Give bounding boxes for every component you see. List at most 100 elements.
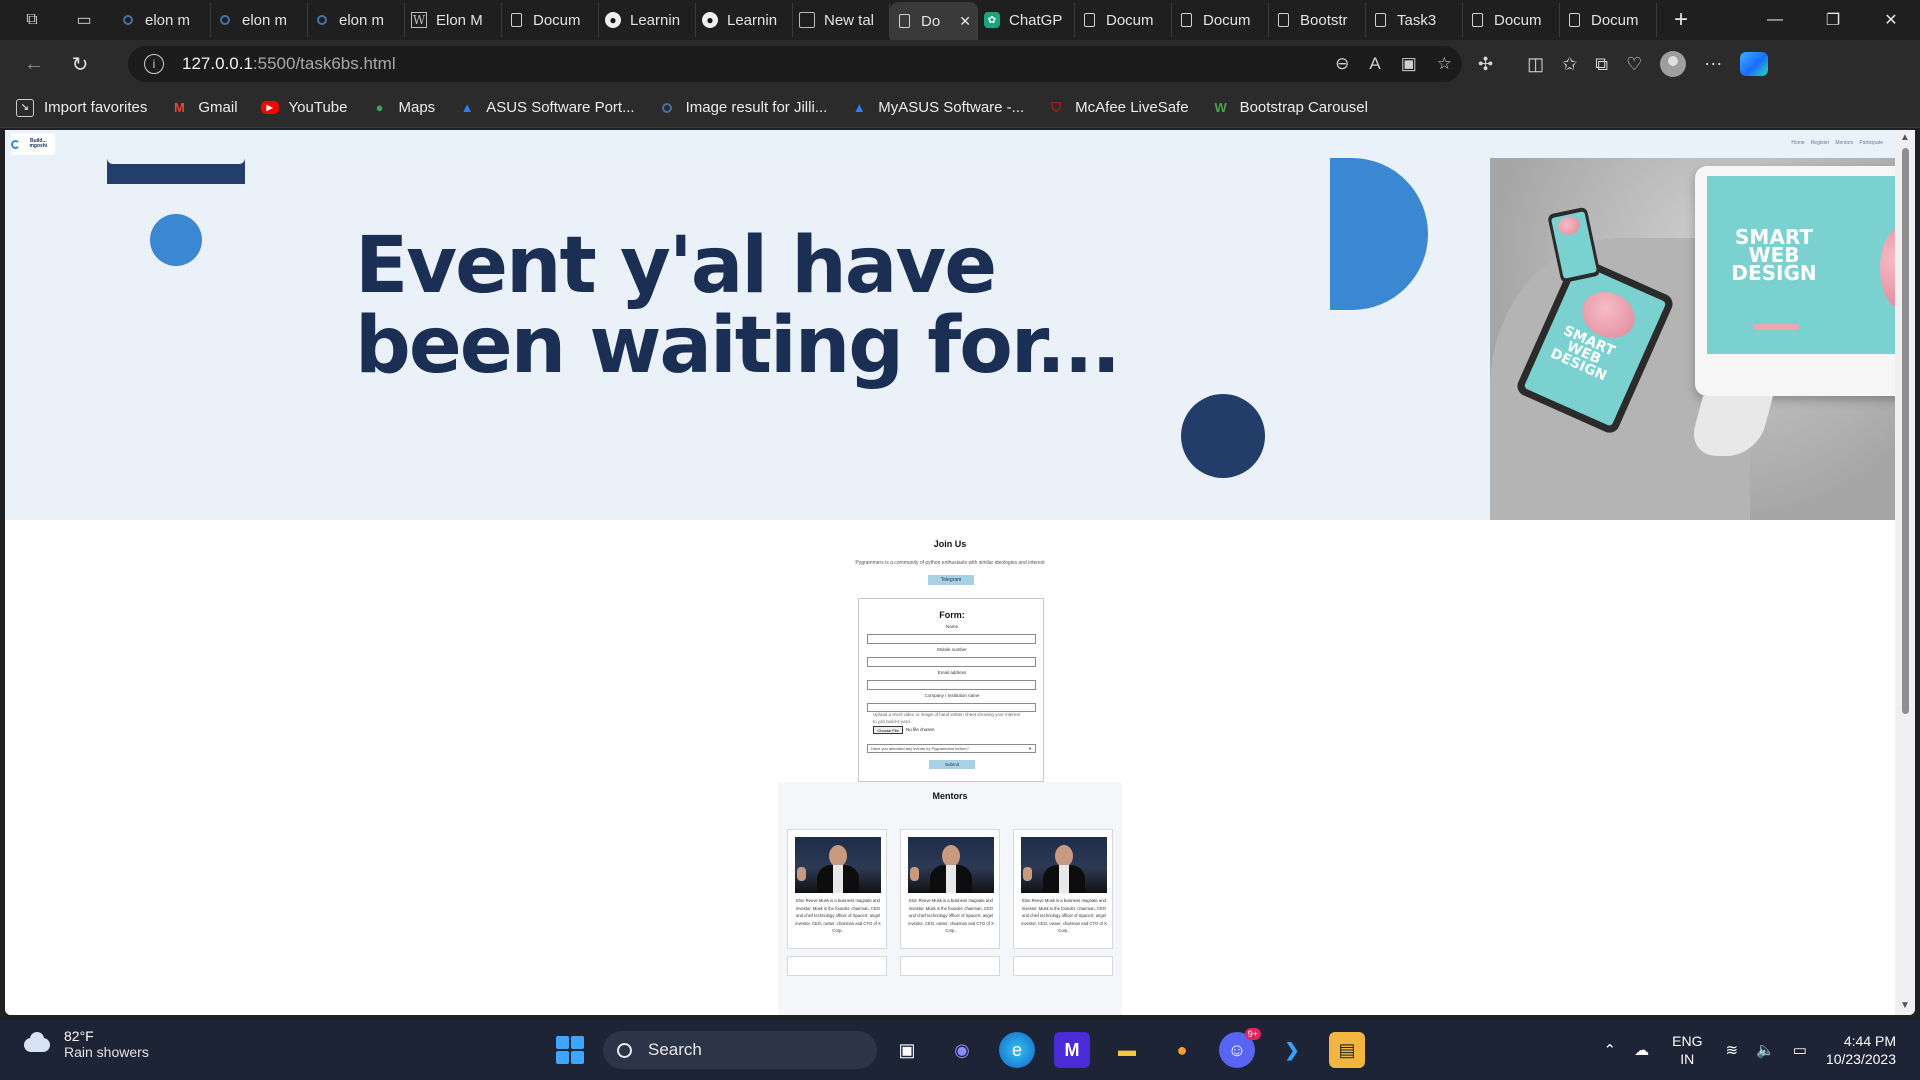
nav-link-participate[interactable]: Participate bbox=[1859, 140, 1883, 146]
tab[interactable]: Docum bbox=[1560, 3, 1657, 37]
fav-maps[interactable]: ● Maps bbox=[371, 99, 436, 117]
fav-import-favorites[interactable]: ↘ Import favorites bbox=[16, 98, 147, 117]
chevron-up-icon[interactable]: ⌃ bbox=[1604, 1041, 1617, 1059]
tab[interactable]: Docum bbox=[1075, 3, 1172, 37]
notes-app-icon[interactable]: ▤ bbox=[1329, 1032, 1365, 1068]
weather-widget[interactable]: 82°F Rain showers bbox=[20, 1028, 149, 1060]
scroll-up-icon[interactable]: ▲ bbox=[1900, 132, 1910, 143]
name-field[interactable] bbox=[867, 634, 1036, 644]
app-icon-m[interactable]: M bbox=[1054, 1032, 1090, 1068]
scroll-down-icon[interactable]: ▼ bbox=[1900, 1000, 1910, 1011]
profile-avatar[interactable] bbox=[1660, 51, 1687, 77]
vscode-icon[interactable]: ❯ bbox=[1274, 1032, 1310, 1068]
tab[interactable]: Task3 bbox=[1366, 3, 1463, 37]
discord-icon[interactable]: ☺ 9+ bbox=[1219, 1028, 1261, 1068]
url-path: :5500/task6bs.html bbox=[252, 54, 396, 73]
fav-asus-portal[interactable]: ▲ ASUS Software Port... bbox=[458, 99, 635, 117]
task-view-icon[interactable]: ▣ bbox=[889, 1032, 925, 1068]
mentor-photo-hand bbox=[797, 867, 806, 881]
tab-label: Learnin bbox=[630, 11, 681, 29]
omnibox-actions: ⊖ A ▣ ☆ bbox=[1335, 46, 1452, 82]
decorative-circle bbox=[150, 214, 202, 266]
extensions-icon[interactable]: ✣ bbox=[1478, 54, 1493, 75]
clock-time: 4:44 PM bbox=[1843, 1033, 1896, 1049]
more-menu-icon[interactable]: ⋯ bbox=[1704, 54, 1722, 75]
close-window-icon[interactable]: ✕ bbox=[1862, 0, 1920, 40]
nav-link-mentors[interactable]: Mentors bbox=[1835, 140, 1853, 146]
site-logo[interactable]: Build... mgoshi bbox=[11, 133, 55, 155]
tab[interactable]: W Elon M bbox=[405, 3, 502, 37]
document-icon bbox=[1081, 12, 1097, 28]
new-tab-button[interactable]: + bbox=[1663, 4, 1699, 36]
company-label: Company / Institution name bbox=[924, 693, 980, 698]
tab[interactable]: elon m bbox=[114, 3, 211, 37]
tab[interactable]: elon m bbox=[211, 3, 308, 37]
tab[interactable]: Docum bbox=[1172, 3, 1269, 37]
page-scrollbar[interactable]: ▲ ▼ bbox=[1895, 130, 1915, 1015]
favorites-icon[interactable]: ✩ bbox=[1562, 54, 1577, 75]
battery-icon[interactable]: ▭ bbox=[1793, 1041, 1807, 1059]
fav-myasus[interactable]: ▲ MyASUS Software -... bbox=[850, 99, 1024, 117]
tab-active[interactable]: Do ✕ bbox=[890, 2, 978, 40]
tab-actions-icon[interactable]: ▭ bbox=[66, 4, 102, 36]
mobile-field[interactable] bbox=[867, 657, 1036, 667]
browser-essentials-icon[interactable]: ♡ bbox=[1626, 54, 1642, 75]
split-screen-icon[interactable]: ◫ bbox=[1527, 54, 1544, 75]
mobile-label: Mobile number bbox=[937, 647, 967, 652]
volume-icon[interactable]: 🔈 bbox=[1756, 1041, 1775, 1059]
favorite-star-icon[interactable]: ☆ bbox=[1437, 54, 1452, 74]
search-icon bbox=[314, 12, 330, 28]
tab-bar: ⧉ ▭ elon m elon m elon m W Elon M Docum ●… bbox=[0, 0, 1920, 40]
telegram-button[interactable]: Telegram bbox=[928, 575, 974, 585]
minimize-icon[interactable]: — bbox=[1746, 0, 1804, 40]
attended-events-select[interactable]: Have you attended any events by Pygramme… bbox=[867, 744, 1036, 753]
clock[interactable]: 4:44 PM 10/23/2023 bbox=[1826, 1032, 1896, 1068]
copilot-icon[interactable] bbox=[1740, 52, 1769, 76]
site-info-icon[interactable]: i bbox=[144, 54, 164, 74]
onedrive-cloud-icon[interactable]: ☁ bbox=[1634, 1041, 1649, 1059]
language-indicator[interactable]: ENG IN bbox=[1672, 1032, 1702, 1068]
refresh-icon[interactable]: ↻ bbox=[60, 46, 100, 82]
document-icon bbox=[508, 12, 524, 28]
email-field[interactable] bbox=[867, 680, 1036, 690]
collections-icon[interactable]: ⧉ bbox=[1595, 54, 1608, 75]
tab[interactable]: ● Learnin bbox=[696, 3, 793, 37]
choose-file-button[interactable]: Choose File bbox=[873, 726, 903, 734]
tab[interactable]: Bootstr bbox=[1269, 3, 1366, 37]
file-explorer-icon[interactable]: ▬ bbox=[1109, 1032, 1145, 1068]
start-button[interactable] bbox=[556, 1036, 584, 1064]
taskbar-search[interactable]: Search bbox=[603, 1031, 877, 1069]
url-field[interactable]: i 127.0.0.1:5500/task6bs.html ⊖ A ▣ ☆ bbox=[128, 46, 1462, 82]
search-icon bbox=[120, 12, 136, 28]
tab[interactable]: Docum bbox=[1463, 3, 1560, 37]
fav-bootstrap[interactable]: W Bootstrap Carousel bbox=[1212, 99, 1368, 117]
url-text: 127.0.0.1:5500/task6bs.html bbox=[182, 54, 396, 74]
decorative-circle bbox=[1181, 394, 1265, 478]
achievement-app-icon[interactable]: ● bbox=[1164, 1032, 1200, 1068]
fav-youtube[interactable]: ▶ YouTube bbox=[260, 99, 348, 116]
tab[interactable]: ✿ ChatGP bbox=[978, 3, 1075, 37]
wifi-icon[interactable]: ≋ bbox=[1725, 1041, 1738, 1059]
nav-link-register[interactable]: Register bbox=[1811, 140, 1830, 146]
scroll-thumb[interactable] bbox=[1902, 148, 1909, 714]
tab[interactable]: Docum bbox=[502, 3, 599, 37]
edge-browser-icon[interactable]: e bbox=[999, 1032, 1035, 1068]
workspaces-icon[interactable]: ⧉ bbox=[14, 4, 50, 36]
immersive-reader-icon[interactable]: ▣ bbox=[1401, 54, 1417, 74]
read-aloud-icon[interactable]: A bbox=[1369, 54, 1380, 74]
zoom-icon[interactable]: ⊖ bbox=[1335, 54, 1349, 74]
tab[interactable]: New tal bbox=[793, 3, 890, 37]
tab[interactable]: ● Learnin bbox=[599, 3, 696, 37]
tab[interactable]: elon m bbox=[308, 3, 405, 37]
fav-mcafee[interactable]: ⛉ McAfee LiveSafe bbox=[1047, 99, 1188, 117]
select-value: Have you attended any events by Pygramme… bbox=[871, 746, 969, 751]
back-icon[interactable]: ← bbox=[14, 46, 54, 82]
fav-gmail[interactable]: M Gmail bbox=[170, 99, 238, 117]
nav-link-home[interactable]: Home bbox=[1791, 140, 1804, 146]
fav-image-result[interactable]: Image result for Jilli... bbox=[658, 99, 827, 117]
teams-chat-icon[interactable]: ◉ bbox=[944, 1032, 980, 1068]
page-content: Join Us Pygrammers is a community of pyt… bbox=[5, 520, 1895, 1015]
restore-icon[interactable]: ❐ bbox=[1804, 0, 1862, 40]
submit-button[interactable]: Submit bbox=[929, 760, 975, 769]
close-tab-icon[interactable]: ✕ bbox=[959, 13, 971, 30]
